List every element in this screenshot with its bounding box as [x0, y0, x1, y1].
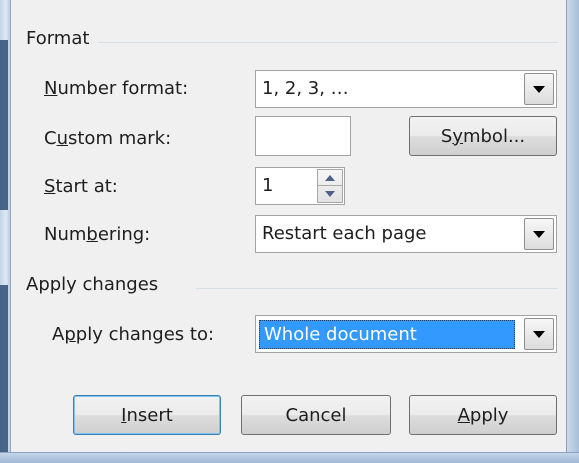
apply-changes-to-dropdown-button[interactable]	[524, 318, 554, 350]
window-frame-left	[0, 0, 11, 463]
numbering-value: Restart each page	[262, 223, 427, 244]
start-at-input[interactable]: 1	[255, 167, 345, 205]
apply-changes-group-divider	[196, 288, 558, 289]
numbering-dropdown-button[interactable]	[524, 218, 554, 250]
format-group-divider	[98, 42, 558, 43]
arrow-down-icon	[325, 191, 335, 197]
chevron-down-icon	[533, 230, 545, 238]
numbering-select[interactable]: Restart each page	[255, 215, 557, 253]
number-format-value: 1, 2, 3, …	[262, 78, 349, 99]
cancel-button[interactable]: Cancel	[241, 395, 391, 435]
chevron-down-icon	[533, 85, 545, 93]
apply-button[interactable]: Apply	[409, 395, 557, 435]
window-frame-right	[566, 0, 579, 463]
apply-changes-group-title: Apply changes	[26, 274, 159, 295]
start-at-label: Start at:	[44, 176, 118, 197]
format-group-title: Format	[26, 28, 90, 49]
spin-up-button[interactable]	[318, 170, 342, 186]
number-format-dropdown-button[interactable]	[524, 73, 554, 105]
apply-changes-to-label: Apply changes to:	[52, 324, 215, 345]
number-format-label: Number format:	[44, 78, 189, 99]
arrow-up-icon	[325, 174, 335, 181]
insert-button[interactable]: Insert	[73, 395, 221, 435]
apply-changes-to-value: Whole document	[259, 320, 515, 349]
window-frame-bottom	[0, 452, 579, 463]
symbol-button[interactable]: Sy mbol...	[409, 116, 557, 156]
apply-changes-to-select[interactable]: Whole document	[255, 315, 557, 353]
spin-down-button[interactable]	[318, 186, 342, 202]
custom-mark-input[interactable]	[255, 116, 351, 156]
chevron-down-icon	[533, 330, 545, 338]
start-at-value: 1	[262, 175, 274, 196]
custom-mark-label: Custom mark:	[44, 128, 172, 149]
numbering-label: Numbering:	[44, 224, 151, 245]
number-format-select[interactable]: 1, 2, 3, …	[255, 70, 557, 108]
start-at-spinner[interactable]	[317, 169, 343, 203]
